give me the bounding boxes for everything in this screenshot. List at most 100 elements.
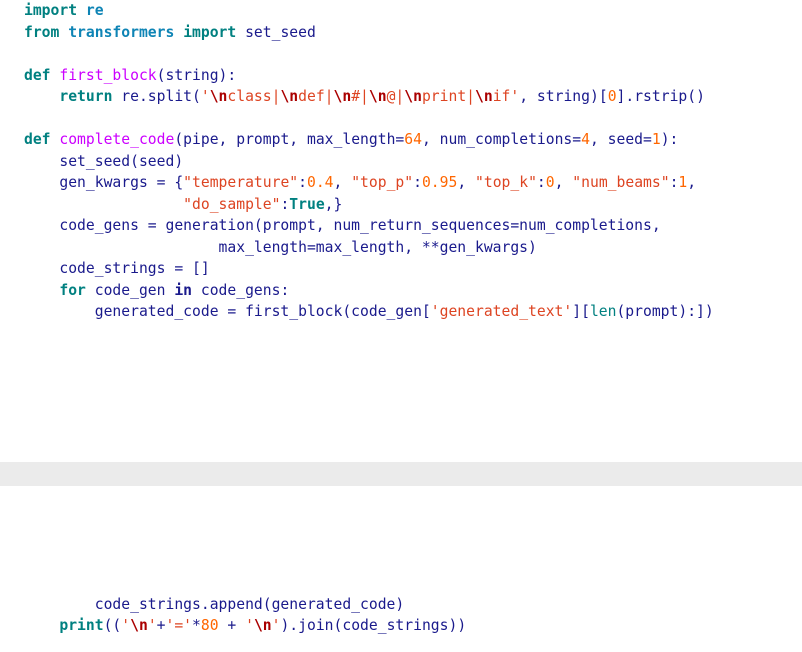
code-token-name — [174, 24, 183, 41]
code-token-name: : — [536, 174, 546, 191]
code-token-builtin: len — [589, 303, 617, 320]
bottom-code-line — [0, 572, 802, 594]
code-listing-page: import re from transformers import set_se… — [0, 0, 802, 652]
code-token-num: 0 — [607, 88, 617, 105]
code-token-str: '=' — [165, 617, 193, 634]
code-token-name: , string)[ — [519, 88, 608, 105]
code-block-top[interactable]: import re from transformers import set_se… — [0, 0, 802, 462]
top-code-line: import re — [0, 0, 802, 22]
code-token-fn: first_block — [59, 66, 157, 84]
bottom-code-line: code_strings.append(generated_code) — [0, 594, 802, 616]
code-token-str: "top_p" — [351, 174, 414, 191]
code-token-name: code_strings.append(generated_code) — [24, 595, 405, 613]
code-token-num: 64 — [404, 131, 422, 148]
code-token-kw: def — [24, 131, 51, 148]
code-token-str: def| — [298, 88, 334, 105]
top-code-line: code_strings = [] — [0, 258, 802, 280]
code-token-str: "top_k" — [475, 174, 537, 191]
code-token-name: gen_kwargs = { — [24, 174, 184, 191]
code-token-esc: \n — [333, 88, 352, 105]
code-token-kw: def — [24, 66, 51, 84]
code-token-num: 1 — [651, 131, 661, 148]
top-code-line: max_length=max_length, **gen_kwargs) — [0, 237, 802, 259]
top-code-line: gen_kwargs = {"temperature":0.4, "top_p"… — [0, 172, 802, 194]
code-token-name: , num_completions= — [421, 131, 582, 148]
top-code-line: generated_code = first_block(code_gen['g… — [0, 301, 802, 323]
code-token-name: , — [333, 174, 352, 191]
code-token-esc: \n — [209, 88, 228, 105]
code-token-name: ).join(code_strings)) — [280, 617, 467, 634]
code-token-esc: \n — [368, 88, 387, 105]
code-token-num: 4 — [581, 131, 590, 148]
code-token-esc: \n — [404, 88, 422, 105]
code-token-esc: \n — [253, 617, 272, 634]
code-token-name: ][ — [572, 303, 590, 320]
code-token-str: @| — [386, 88, 405, 105]
code-token-name: * — [192, 617, 201, 634]
code-token-esc: \n — [475, 88, 493, 105]
code-token-name — [24, 282, 59, 299]
code-token-num: 0 — [545, 174, 555, 191]
code-block-bottom[interactable]: code_strings.append(generated_code) prin… — [0, 486, 802, 652]
code-token-name: , — [687, 174, 697, 191]
block-separator-band — [0, 462, 802, 486]
code-token-str: ' — [121, 617, 131, 634]
code-token-str: 'generated_text' — [430, 303, 573, 320]
top-code-line — [0, 43, 802, 65]
code-token-const: True — [289, 195, 325, 213]
code-token-name: set_seed(seed) — [24, 152, 184, 170]
code-token-name: : — [298, 174, 307, 191]
top-code-line: for code_gen in code_gens: — [0, 280, 802, 302]
code-token-name: (pipe, prompt, max_length= — [174, 131, 405, 148]
code-token-name: (( — [103, 617, 122, 634]
top-code-line: return re.split('\nclass|\ndef|\n#|\n@|\… — [0, 86, 802, 108]
code-token-str: ' — [200, 88, 210, 105]
code-token-name: (string): — [156, 66, 237, 84]
code-token-name: generated_code = first_block(code_gen[ — [24, 303, 431, 320]
code-token-str: print| — [421, 88, 476, 105]
code-token-name — [59, 24, 68, 41]
code-lines-bottom: code_strings.append(generated_code) prin… — [0, 486, 802, 637]
code-token-name: code_strings = [] — [24, 260, 210, 277]
code-token-str: #| — [351, 88, 369, 105]
code-token-str: "num_beams" — [572, 174, 670, 191]
code-token-kw-in: in — [174, 281, 193, 299]
code-token-name: : — [413, 174, 422, 191]
code-token-name — [24, 88, 59, 105]
bottom-code-line — [0, 486, 802, 508]
code-token-kw: from — [24, 23, 60, 41]
code-token-kw: return — [59, 88, 113, 105]
code-token-kw: for — [59, 281, 86, 299]
code-token-name: ): — [660, 131, 679, 148]
code-token-kw: import — [183, 23, 237, 41]
code-token-str: "do_sample" — [183, 195, 281, 213]
code-token-name — [77, 2, 86, 19]
code-token-name: max_length=max_length, **gen_kwargs) — [24, 238, 537, 256]
bottom-code-line — [0, 529, 802, 551]
code-token-name: + — [156, 617, 166, 634]
code-token-name: : — [280, 195, 290, 213]
bottom-code-line — [0, 551, 802, 573]
code-token-num: 0.95 — [421, 174, 458, 191]
top-code-line: "do_sample":True,} — [0, 194, 802, 216]
code-token-esc: \n — [280, 88, 299, 105]
code-token-ns: transformers — [68, 23, 175, 41]
code-token-name: , — [457, 174, 476, 191]
code-token-num: 1 — [678, 174, 688, 191]
bottom-code-line — [0, 508, 802, 530]
code-token-name: , seed= — [589, 131, 652, 148]
code-token-name: code_gen — [85, 281, 175, 299]
code-token-name: code_gens: — [192, 281, 290, 299]
code-token-str: ' — [245, 617, 254, 634]
bottom-code-line: print(('\n'+'='*80 + '\n').join(code_str… — [0, 615, 802, 637]
code-token-name: set_seed — [236, 23, 316, 41]
code-token-name — [24, 196, 183, 213]
code-token-esc: \n — [130, 617, 148, 634]
code-token-kw: import — [24, 2, 78, 19]
code-lines-top: import re from transformers import set_se… — [0, 0, 802, 323]
code-token-print: print — [59, 617, 104, 634]
top-code-line: set_seed(seed) — [0, 151, 802, 173]
top-code-line — [0, 108, 802, 130]
code-token-fn: complete_code — [59, 131, 175, 148]
code-token-num: 80 — [200, 617, 219, 634]
